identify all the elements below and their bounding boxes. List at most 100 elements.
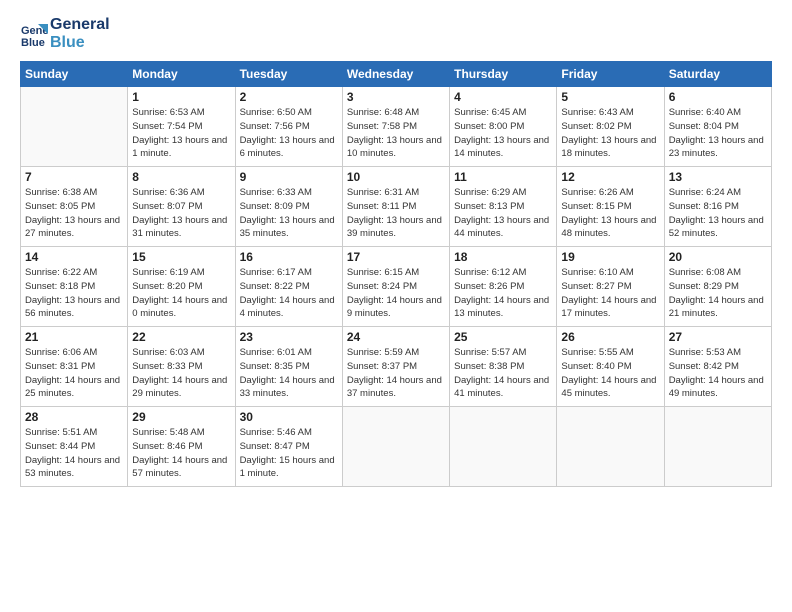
day-number: 4: [454, 90, 552, 104]
daylight: Daylight: 14 hours and 57 minutes.: [132, 454, 230, 482]
day-cell-6: 6 Sunrise: 6:40 AM Sunset: 8:04 PM Dayli…: [664, 87, 771, 167]
day-info: Sunrise: 6:48 AM Sunset: 7:58 PM Dayligh…: [347, 106, 445, 161]
day-number: 19: [561, 250, 659, 264]
day-cell-23: 23 Sunrise: 6:01 AM Sunset: 8:35 PM Dayl…: [235, 327, 342, 407]
day-number: 1: [132, 90, 230, 104]
sunrise: Sunrise: 6:17 AM: [240, 266, 338, 280]
col-header-friday: Friday: [557, 62, 664, 87]
day-cell-22: 22 Sunrise: 6:03 AM Sunset: 8:33 PM Dayl…: [128, 327, 235, 407]
sunset: Sunset: 8:47 PM: [240, 440, 338, 454]
daylight: Daylight: 14 hours and 25 minutes.: [25, 374, 123, 402]
sunset: Sunset: 8:26 PM: [454, 280, 552, 294]
col-header-thursday: Thursday: [450, 62, 557, 87]
sunrise: Sunrise: 5:51 AM: [25, 426, 123, 440]
daylight: Daylight: 14 hours and 0 minutes.: [132, 294, 230, 322]
day-number: 5: [561, 90, 659, 104]
sunset: Sunset: 8:05 PM: [25, 200, 123, 214]
day-cell-25: 25 Sunrise: 5:57 AM Sunset: 8:38 PM Dayl…: [450, 327, 557, 407]
day-cell-7: 7 Sunrise: 6:38 AM Sunset: 8:05 PM Dayli…: [21, 167, 128, 247]
day-cell-4: 4 Sunrise: 6:45 AM Sunset: 8:00 PM Dayli…: [450, 87, 557, 167]
sunrise: Sunrise: 6:19 AM: [132, 266, 230, 280]
day-number: 28: [25, 410, 123, 424]
day-number: 15: [132, 250, 230, 264]
svg-text:Blue: Blue: [21, 37, 45, 48]
daylight: Daylight: 13 hours and 10 minutes.: [347, 134, 445, 162]
sunrise: Sunrise: 6:45 AM: [454, 106, 552, 120]
day-cell-2: 2 Sunrise: 6:50 AM Sunset: 7:56 PM Dayli…: [235, 87, 342, 167]
sunrise: Sunrise: 5:53 AM: [669, 346, 767, 360]
day-info: Sunrise: 6:08 AM Sunset: 8:29 PM Dayligh…: [669, 266, 767, 321]
col-header-saturday: Saturday: [664, 62, 771, 87]
sunrise: Sunrise: 6:24 AM: [669, 186, 767, 200]
sunset: Sunset: 8:37 PM: [347, 360, 445, 374]
sunrise: Sunrise: 6:06 AM: [25, 346, 123, 360]
day-cell-5: 5 Sunrise: 6:43 AM Sunset: 8:02 PM Dayli…: [557, 87, 664, 167]
day-cell-empty-4: [450, 407, 557, 487]
sunset: Sunset: 8:44 PM: [25, 440, 123, 454]
sunset: Sunset: 8:31 PM: [25, 360, 123, 374]
daylight: Daylight: 14 hours and 41 minutes.: [454, 374, 552, 402]
sunrise: Sunrise: 6:15 AM: [347, 266, 445, 280]
col-header-sunday: Sunday: [21, 62, 128, 87]
sunset: Sunset: 8:38 PM: [454, 360, 552, 374]
daylight: Daylight: 13 hours and 23 minutes.: [669, 134, 767, 162]
day-number: 23: [240, 330, 338, 344]
day-number: 11: [454, 170, 552, 184]
day-number: 21: [25, 330, 123, 344]
sunrise: Sunrise: 6:22 AM: [25, 266, 123, 280]
header-row: SundayMondayTuesdayWednesdayThursdayFrid…: [21, 62, 772, 87]
sunrise: Sunrise: 6:26 AM: [561, 186, 659, 200]
sunrise: Sunrise: 5:59 AM: [347, 346, 445, 360]
sunset: Sunset: 8:24 PM: [347, 280, 445, 294]
daylight: Daylight: 14 hours and 45 minutes.: [561, 374, 659, 402]
day-info: Sunrise: 6:01 AM Sunset: 8:35 PM Dayligh…: [240, 346, 338, 401]
day-cell-empty-3: [342, 407, 449, 487]
day-cell-26: 26 Sunrise: 5:55 AM Sunset: 8:40 PM Dayl…: [557, 327, 664, 407]
daylight: Daylight: 14 hours and 53 minutes.: [25, 454, 123, 482]
sunset: Sunset: 8:46 PM: [132, 440, 230, 454]
day-cell-11: 11 Sunrise: 6:29 AM Sunset: 8:13 PM Dayl…: [450, 167, 557, 247]
sunrise: Sunrise: 6:03 AM: [132, 346, 230, 360]
day-cell-3: 3 Sunrise: 6:48 AM Sunset: 7:58 PM Dayli…: [342, 87, 449, 167]
sunset: Sunset: 8:11 PM: [347, 200, 445, 214]
daylight: Daylight: 14 hours and 9 minutes.: [347, 294, 445, 322]
sunrise: Sunrise: 6:36 AM: [132, 186, 230, 200]
day-cell-17: 17 Sunrise: 6:15 AM Sunset: 8:24 PM Dayl…: [342, 247, 449, 327]
sunrise: Sunrise: 6:50 AM: [240, 106, 338, 120]
day-info: Sunrise: 6:17 AM Sunset: 8:22 PM Dayligh…: [240, 266, 338, 321]
day-info: Sunrise: 6:29 AM Sunset: 8:13 PM Dayligh…: [454, 186, 552, 241]
sunset: Sunset: 7:54 PM: [132, 120, 230, 134]
daylight: Daylight: 13 hours and 14 minutes.: [454, 134, 552, 162]
sunrise: Sunrise: 6:08 AM: [669, 266, 767, 280]
day-number: 16: [240, 250, 338, 264]
day-number: 17: [347, 250, 445, 264]
day-info: Sunrise: 6:03 AM Sunset: 8:33 PM Dayligh…: [132, 346, 230, 401]
sunset: Sunset: 8:09 PM: [240, 200, 338, 214]
day-cell-24: 24 Sunrise: 5:59 AM Sunset: 8:37 PM Dayl…: [342, 327, 449, 407]
sunrise: Sunrise: 6:48 AM: [347, 106, 445, 120]
day-cell-29: 29 Sunrise: 5:48 AM Sunset: 8:46 PM Dayl…: [128, 407, 235, 487]
day-cell-18: 18 Sunrise: 6:12 AM Sunset: 8:26 PM Dayl…: [450, 247, 557, 327]
day-info: Sunrise: 5:55 AM Sunset: 8:40 PM Dayligh…: [561, 346, 659, 401]
day-number: 20: [669, 250, 767, 264]
day-cell-19: 19 Sunrise: 6:10 AM Sunset: 8:27 PM Dayl…: [557, 247, 664, 327]
sunset: Sunset: 7:56 PM: [240, 120, 338, 134]
daylight: Daylight: 14 hours and 49 minutes.: [669, 374, 767, 402]
day-cell-30: 30 Sunrise: 5:46 AM Sunset: 8:47 PM Dayl…: [235, 407, 342, 487]
day-info: Sunrise: 6:31 AM Sunset: 8:11 PM Dayligh…: [347, 186, 445, 241]
daylight: Daylight: 13 hours and 18 minutes.: [561, 134, 659, 162]
day-info: Sunrise: 6:40 AM Sunset: 8:04 PM Dayligh…: [669, 106, 767, 161]
daylight: Daylight: 13 hours and 1 minute.: [132, 134, 230, 162]
day-cell-empty-5: [557, 407, 664, 487]
calendar-table: SundayMondayTuesdayWednesdayThursdayFrid…: [20, 61, 772, 487]
day-info: Sunrise: 6:43 AM Sunset: 8:02 PM Dayligh…: [561, 106, 659, 161]
day-info: Sunrise: 6:50 AM Sunset: 7:56 PM Dayligh…: [240, 106, 338, 161]
day-cell-13: 13 Sunrise: 6:24 AM Sunset: 8:16 PM Dayl…: [664, 167, 771, 247]
week-row-4: 21 Sunrise: 6:06 AM Sunset: 8:31 PM Dayl…: [21, 327, 772, 407]
sunset: Sunset: 8:00 PM: [454, 120, 552, 134]
sunrise: Sunrise: 6:29 AM: [454, 186, 552, 200]
daylight: Daylight: 14 hours and 29 minutes.: [132, 374, 230, 402]
sunrise: Sunrise: 6:01 AM: [240, 346, 338, 360]
sunset: Sunset: 8:13 PM: [454, 200, 552, 214]
daylight: Daylight: 13 hours and 27 minutes.: [25, 214, 123, 242]
